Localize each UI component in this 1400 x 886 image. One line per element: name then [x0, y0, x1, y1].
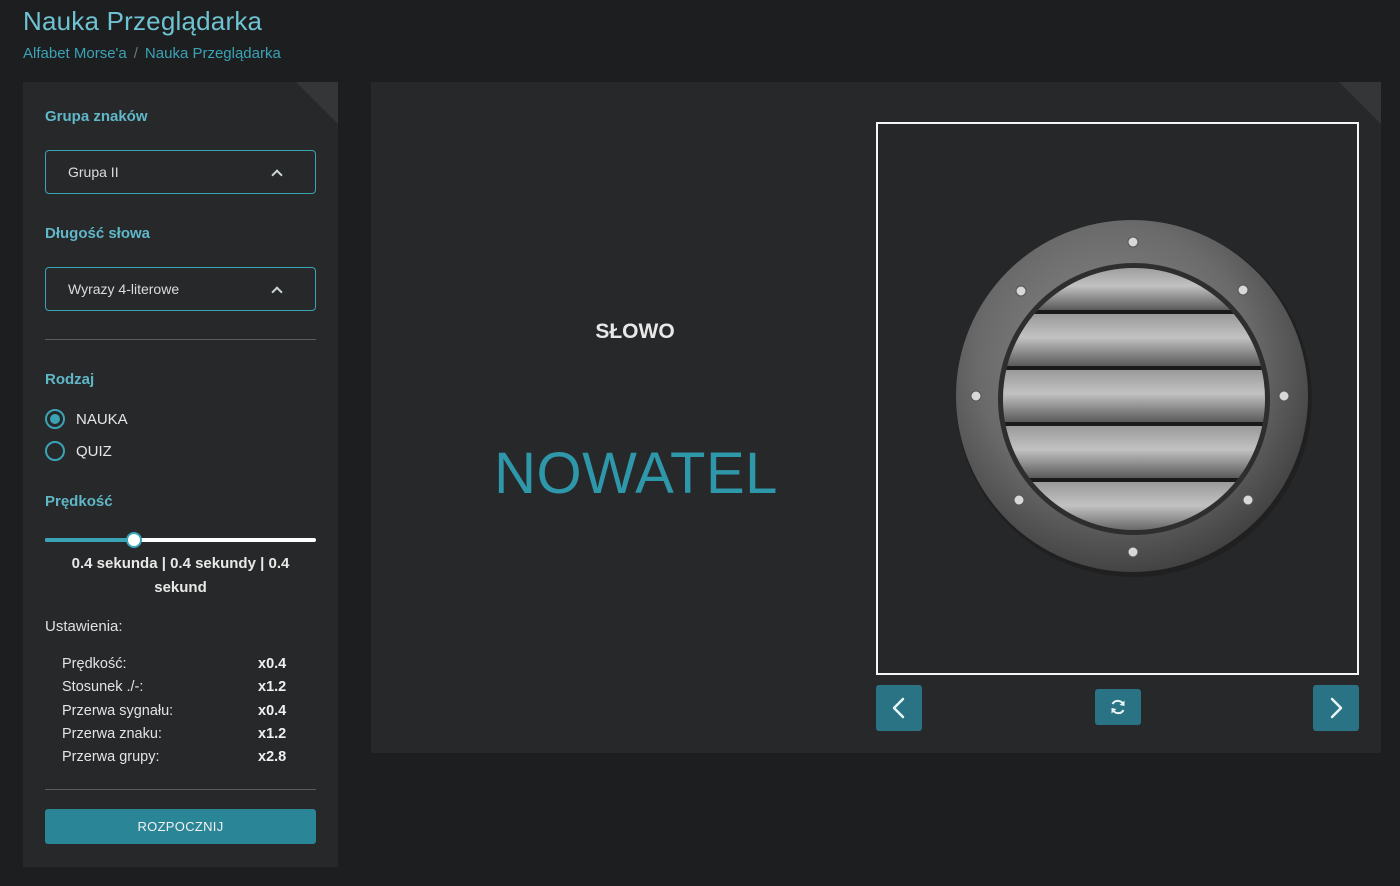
- panel-corner-decoration: [296, 82, 338, 124]
- vent-grille-image: [956, 220, 1312, 577]
- next-button[interactable]: [1313, 685, 1359, 731]
- chevron-left-icon: [892, 697, 905, 719]
- previous-button[interactable]: [876, 685, 922, 731]
- chevron-up-icon: [271, 168, 283, 181]
- group-select-value: Grupa II: [68, 164, 119, 180]
- setting-value: x0.4: [258, 702, 287, 719]
- page-title: Nauka Przeglądarka: [23, 6, 263, 36]
- word-length-label: Długość słowa: [45, 225, 151, 242]
- mode-option-label: NAUKA: [76, 410, 128, 428]
- settings-label: Ustawienia:: [45, 618, 123, 635]
- word-length-select-value: Wyrazy 4-literowe: [68, 281, 180, 297]
- word-image: [876, 122, 1359, 675]
- group-label: Grupa znaków: [45, 108, 148, 125]
- setting-value: x2.8: [258, 749, 287, 766]
- setting-key: Prędkość:: [62, 656, 127, 672]
- setting-key: Stosunek ./-:: [62, 679, 144, 696]
- speed-slider-fill: [45, 538, 135, 542]
- breadcrumb: Alfabet Morse'a / Nauka Przeglądarka: [23, 45, 281, 62]
- setting-value: x1.2: [258, 725, 287, 742]
- group-select[interactable]: Grupa II: [45, 150, 316, 194]
- chevron-right-icon: [1330, 697, 1343, 719]
- speed-slider-thumb[interactable]: [126, 532, 143, 548]
- speed-readout: 0.4 sekunda | 0.4 sekundy | 0.4 sekund: [71, 555, 290, 596]
- settings-sidebar: Grupa znaków Grupa II Długość słowa Wyra…: [23, 82, 338, 867]
- chevron-up-icon: [271, 285, 283, 298]
- divider: [45, 339, 316, 340]
- mode-option-nauka[interactable]: NAUKA: [45, 409, 128, 429]
- radio-checked-icon[interactable]: [45, 409, 65, 429]
- word-value: NOWATEL: [494, 441, 778, 506]
- setting-key: Przerwa sygnału:: [62, 702, 174, 719]
- setting-value: x0.4: [258, 656, 287, 672]
- mode-option-quiz[interactable]: QUIZ: [45, 441, 112, 461]
- speed-label: Prędkość: [45, 493, 113, 510]
- word-label: SŁOWO: [595, 320, 675, 343]
- settings-list: Prędkość: x0.4 Stosunek ./-: x1.2 Przerw…: [62, 656, 292, 772]
- setting-key: Przerwa grupy:: [62, 749, 160, 766]
- settings-row: Stosunek ./-: x1.2: [62, 679, 292, 702]
- speed-slider[interactable]: [45, 532, 316, 548]
- settings-row: Prędkość: x0.4: [62, 656, 292, 679]
- word-length-select[interactable]: Wyrazy 4-literowe: [45, 267, 316, 311]
- mode-option-label: QUIZ: [76, 442, 112, 460]
- setting-key: Przerwa znaku:: [62, 725, 162, 742]
- breadcrumb-root-link[interactable]: Alfabet Morse'a: [23, 45, 127, 62]
- flashcard-panel: SŁOWO NOWATEL: [371, 82, 1381, 753]
- settings-row: Przerwa znaku: x1.2: [62, 726, 292, 749]
- refresh-button[interactable]: [1095, 689, 1141, 725]
- panel-corner-decoration: [1339, 82, 1381, 124]
- refresh-icon: [1111, 699, 1125, 715]
- mode-label: Rodzaj: [45, 371, 95, 388]
- settings-row: Przerwa sygnału: x0.4: [62, 703, 292, 726]
- settings-row: Przerwa grupy: x2.8: [62, 749, 292, 772]
- start-button[interactable]: ROZPOCZNIJ: [45, 809, 316, 844]
- setting-value: x1.2: [258, 679, 287, 696]
- breadcrumb-separator: /: [133, 45, 138, 62]
- breadcrumb-current: Nauka Przeglądarka: [144, 45, 281, 62]
- radio-unchecked-icon[interactable]: [45, 441, 65, 461]
- divider: [45, 789, 316, 790]
